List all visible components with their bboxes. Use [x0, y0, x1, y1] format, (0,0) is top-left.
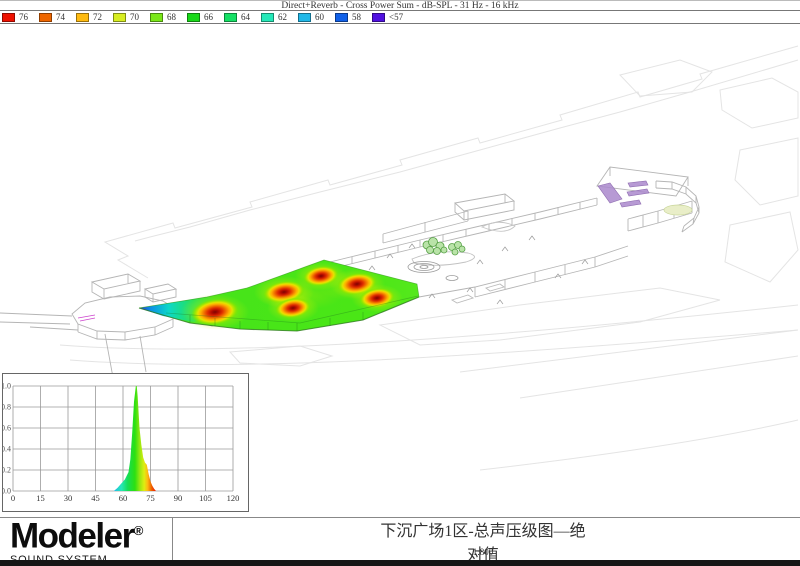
legend-swatch [39, 13, 52, 22]
legend-label: 70 [130, 12, 143, 22]
legend-swatch [372, 13, 385, 22]
legend-label: 68 [167, 12, 180, 22]
legend-swatch [187, 13, 200, 22]
plot-title-bar: Direct+Reverb - Cross Power Sum - dB-SPL… [0, 0, 800, 11]
legend-item-76: 76 [2, 12, 32, 22]
legend-label: 62 [278, 12, 291, 22]
y-tick-label: 1.0 [3, 382, 11, 391]
legend-item-60: 60 [298, 12, 328, 22]
legend-item-68: 68 [150, 12, 180, 22]
x-tick-label: 75 [146, 493, 155, 503]
legend-swatch [261, 13, 274, 22]
legend-label: 58 [352, 12, 365, 22]
legend-item-66: 66 [187, 12, 217, 22]
brand-wordmark: Modeler® [10, 515, 170, 553]
drawing-scale: 1:800 [376, 547, 590, 557]
legend-label: <57 [389, 12, 403, 22]
y-tick-label: 0.6 [3, 424, 11, 433]
y-tick-label: 0.2 [3, 466, 11, 475]
legend-item-70: 70 [113, 12, 143, 22]
spl-heatmap [139, 260, 419, 331]
y-tick-label: 0.8 [3, 403, 11, 412]
legend-swatch [76, 13, 89, 22]
legend-label: 76 [19, 12, 32, 22]
legend-swatch [150, 13, 163, 22]
legend-label: 64 [241, 12, 254, 22]
legend-item-62: 62 [261, 12, 291, 22]
legend-item-lt57: <57 [372, 12, 403, 22]
y-tick-label: 0.4 [3, 445, 11, 454]
legend-item-58: 58 [335, 12, 365, 22]
x-tick-label: 15 [36, 493, 45, 503]
legend-item-64: 64 [224, 12, 254, 22]
x-tick-label: 120 [227, 493, 240, 503]
footer-divider [172, 517, 173, 561]
modeler-report-window: Direct+Reverb - Cross Power Sum - dB-SPL… [0, 0, 800, 566]
stairs [598, 181, 649, 207]
x-tick-label: 90 [174, 493, 183, 503]
legend-swatch [298, 13, 311, 22]
bottom-black-bar [0, 560, 800, 566]
legend-item-72: 72 [76, 12, 106, 22]
modeler-logo: Modeler® SOUND SYSTEM SOFTWARE [10, 515, 170, 566]
registered-mark: ® [134, 523, 144, 538]
x-tick-label: 60 [119, 493, 128, 503]
legend-swatch [335, 13, 348, 22]
legend-label: 72 [93, 12, 106, 22]
level-histogram-panel: 0 15 30 45 60 75 90 105 120 0.0 0.2 0.4 0.6 0.8 1.0 [2, 373, 249, 512]
histogram-area [114, 386, 156, 491]
spl-legend: 76 74 72 70 68 66 64 62 60 58 <57 [0, 11, 800, 24]
x-tick-label: 105 [199, 493, 212, 503]
plot-title: Direct+Reverb - Cross Power Sum - dB-SPL… [281, 1, 518, 11]
legend-swatch [224, 13, 237, 22]
legend-swatch [113, 13, 126, 22]
legend-label: 60 [315, 12, 328, 22]
x-tick-label: 30 [64, 493, 73, 503]
level-histogram: 0 15 30 45 60 75 90 105 120 0.0 0.2 0.4 0.6 0.8 1.0 [3, 374, 248, 511]
aiming-lines [78, 315, 95, 321]
y-tick-label: 0.0 [3, 487, 11, 496]
shrub-patch [664, 205, 692, 215]
brand-name: Modeler [10, 517, 134, 556]
legend-swatch [2, 13, 15, 22]
legend-label: 66 [204, 12, 217, 22]
x-tick-label: 0 [11, 493, 15, 503]
drawing-title: 下沉广场1区-总声压级图—绝对值 [376, 517, 590, 565]
legend-item-74: 74 [39, 12, 69, 22]
legend-label: 74 [56, 12, 69, 22]
x-tick-label: 45 [91, 493, 100, 503]
